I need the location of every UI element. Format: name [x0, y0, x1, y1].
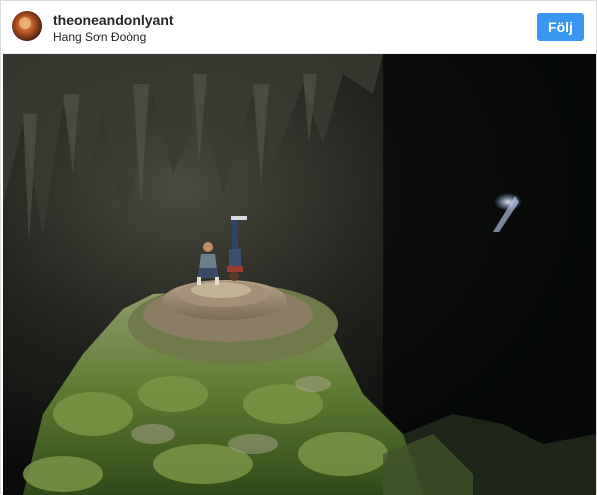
- location-link[interactable]: Hang Sơn Đoòng: [53, 30, 146, 44]
- username-link[interactable]: theoneandonlyant: [53, 12, 174, 28]
- avatar[interactable]: [12, 11, 42, 41]
- post-photo[interactable]: [3, 54, 596, 495]
- post-header: theoneandonlyant Hang Sơn Đoòng Följ: [1, 1, 596, 54]
- follow-button[interactable]: Följ: [537, 13, 584, 41]
- instagram-post-card: theoneandonlyant Hang Sơn Đoòng Följ: [0, 0, 597, 495]
